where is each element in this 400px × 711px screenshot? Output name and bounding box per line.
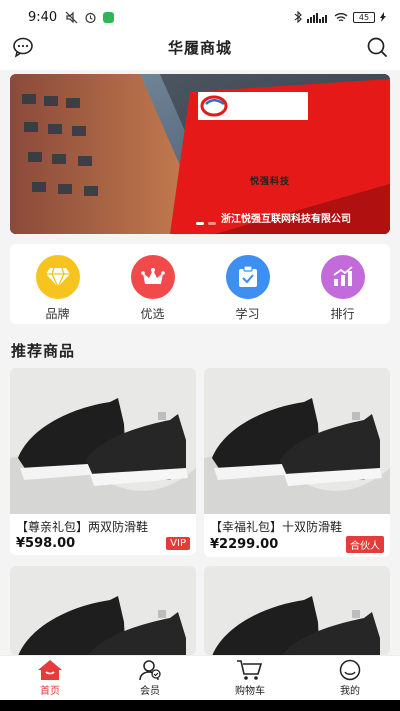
category-grid: 品牌 优选 学习 排行: [10, 244, 390, 324]
diamond-icon: [35, 255, 80, 299]
banner-company-name: 浙江悦强互联网科技有限公司: [221, 214, 351, 225]
search-button[interactable]: [366, 36, 388, 58]
category-learning[interactable]: 学习: [213, 255, 283, 322]
promo-banner[interactable]: 悦强科技 浙江悦强互联网科技有限公司: [10, 74, 390, 234]
bluetooth-icon: [294, 11, 302, 23]
crown-icon: [130, 255, 175, 299]
banner-dot[interactable]: [196, 222, 204, 225]
chat-button[interactable]: [12, 36, 34, 58]
banner-logo-text: 悦强科技: [250, 177, 291, 187]
nav-label: 我的: [340, 686, 360, 697]
nav-label: 首页: [40, 686, 60, 697]
nav-label: 会员: [140, 686, 160, 697]
banner-dot[interactable]: [208, 222, 216, 225]
product-price: ¥598.00: [16, 536, 76, 551]
chat-icon: [13, 37, 33, 58]
product-image[interactable]: [204, 566, 390, 655]
category-brand[interactable]: 品牌: [23, 255, 93, 322]
product-image[interactable]: [204, 368, 390, 514]
banner-pagination: [196, 222, 216, 225]
charging-icon: [380, 12, 386, 22]
header-spacer: [0, 60, 400, 70]
nav-home[interactable]: 首页: [0, 656, 100, 700]
product-card[interactable]: [204, 566, 390, 655]
product-card[interactable]: 【尊亲礼包】两双防滑鞋 ¥598.00 VIP: [10, 368, 196, 555]
bottom-navigation: 首页 会员 购物车 我的: [0, 655, 400, 700]
battery-icon: 45: [353, 11, 375, 23]
app-header: 华履商城: [0, 34, 400, 60]
member-icon: [139, 660, 161, 681]
page-title: 华履商城: [167, 38, 232, 57]
nav-cart[interactable]: 购物车: [200, 656, 300, 700]
alarm-icon: [85, 12, 96, 23]
category-label: 优选: [140, 307, 165, 321]
cart-icon: [237, 660, 263, 680]
search-icon: [367, 37, 387, 57]
clipboard-check-icon: [225, 255, 270, 299]
nav-profile[interactable]: 我的: [300, 656, 400, 700]
signal-icon: [307, 12, 327, 23]
product-badge: VIP: [166, 537, 190, 550]
product-image[interactable]: [10, 566, 196, 655]
mute-icon: [65, 11, 78, 23]
product-card[interactable]: [10, 566, 196, 655]
bar-chart-icon: [320, 255, 365, 299]
product-price-row: ¥2299.00 合伙人: [204, 535, 390, 557]
product-name: 【尊亲礼包】两双防滑鞋: [16, 520, 149, 534]
profile-icon: [339, 659, 361, 681]
product-card[interactable]: 【幸福礼包】十双防滑鞋 ¥2299.00 合伙人: [204, 368, 390, 557]
status-system-icons: 45: [294, 11, 386, 23]
nav-member[interactable]: 会员: [100, 656, 200, 700]
nav-label: 购物车: [235, 686, 265, 697]
status-time: 9:40: [28, 9, 58, 25]
wifi-icon: [334, 12, 348, 21]
product-price: ¥2299.00: [210, 537, 279, 552]
category-featured[interactable]: 优选: [118, 255, 188, 322]
recommended-section-title: 推荐商品: [11, 342, 76, 360]
category-label: 学习: [235, 307, 260, 321]
category-ranking[interactable]: 排行: [308, 255, 378, 322]
status-bar: 9:40 45: [0, 0, 400, 34]
category-label: 排行: [330, 307, 355, 321]
product-name: 【幸福礼包】十双防滑鞋: [210, 520, 343, 534]
home-icon: [38, 660, 62, 680]
category-label: 品牌: [45, 307, 70, 321]
product-image[interactable]: [10, 368, 196, 514]
product-badge: 合伙人: [346, 536, 384, 553]
app-notification-icon: [103, 11, 115, 23]
product-price-row: ¥598.00 VIP: [10, 535, 196, 555]
system-gesture-bar: [0, 700, 400, 711]
status-notification-icons: [65, 11, 115, 24]
